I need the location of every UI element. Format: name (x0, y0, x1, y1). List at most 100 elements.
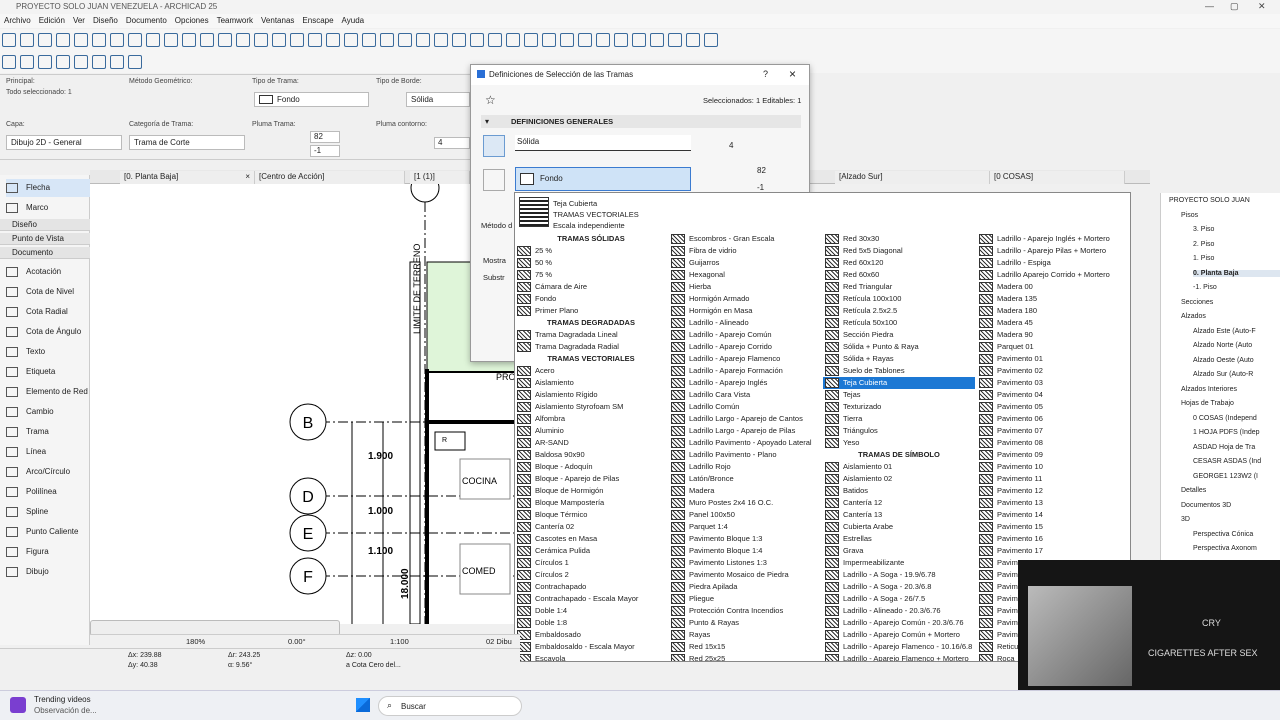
fill-item[interactable]: Ladrillo Cara Vista (669, 389, 821, 401)
toolbar-tool-icon[interactable] (362, 33, 376, 47)
fill-item[interactable]: Latón/Bronce (669, 473, 821, 485)
menu-item[interactable]: Ayuda (338, 14, 369, 27)
line-type-icon[interactable] (483, 135, 505, 157)
toolbar-tool-icon[interactable] (524, 33, 538, 47)
tool-doc-11[interactable]: Polilínea (6, 483, 90, 501)
fill-item[interactable]: Cubierta Arabe (823, 521, 975, 533)
fill-bg-pen-value[interactable]: -1 (757, 183, 764, 192)
navigator-item[interactable]: 0 COSAS (Independ (1193, 415, 1257, 422)
news-icon[interactable] (10, 697, 26, 713)
fill-item[interactable]: Círculos 1 (515, 557, 667, 569)
delta-r[interactable]: Δr: 243.25 (228, 652, 260, 659)
navigator-item[interactable]: 2. Piso (1193, 241, 1214, 248)
dialog-close-button[interactable]: × (789, 67, 796, 81)
menu-item[interactable]: Teamwork (213, 14, 257, 27)
fill-item[interactable]: Aluminio (515, 425, 667, 437)
angle-value[interactable]: 0.00° (288, 637, 306, 646)
fill-item[interactable]: Aislamiento (515, 377, 667, 389)
fill-item[interactable]: Madera 90 (977, 329, 1129, 341)
fill-item[interactable]: Rayas (669, 629, 821, 641)
fill-item[interactable]: Ladrillo - Aparejo Flamenco (669, 353, 821, 365)
toolbar-tool-icon[interactable] (236, 33, 250, 47)
tab-1-1[interactable]: [1 (1)] (410, 171, 470, 184)
tool-doc-3[interactable]: Cota de Ángulo (6, 323, 90, 341)
layer-select[interactable]: Dibujo 2D - General (6, 135, 122, 150)
fill-item[interactable]: Parquet 01 (977, 341, 1129, 353)
substract-checkbox[interactable]: Substr (483, 273, 505, 282)
tool-doc-5[interactable]: Etiqueta (6, 363, 90, 381)
tool-doc-6[interactable]: Elemento de Red (6, 383, 90, 401)
fill-item[interactable]: Contrachapado - Escala Mayor (515, 593, 667, 605)
alpha[interactable]: α: 9.56° (228, 662, 252, 669)
fill-item[interactable]: Guijarros (669, 257, 821, 269)
fill-item[interactable]: Bloque de Hormigón (515, 485, 667, 497)
tool-doc-7[interactable]: Cambio (6, 403, 90, 421)
fill-item[interactable]: Madera (669, 485, 821, 497)
help-button[interactable]: ? (763, 69, 768, 79)
fill-item[interactable]: Aislamiento Styrofoam SM (515, 401, 667, 413)
fill-item[interactable]: Embaldosado (515, 629, 667, 641)
fill-item[interactable]: Ladrillo - Aparejo Inglés (669, 377, 821, 389)
fill-item[interactable]: Bloque - Adoquín (515, 461, 667, 473)
fill-item[interactable]: Pavimento 09 (977, 449, 1129, 461)
fill-item[interactable]: AR-SAND (515, 437, 667, 449)
fill-item[interactable]: Pavimento Bloque 1:4 (669, 545, 821, 557)
fill-item[interactable]: Fibra de vidrio (669, 245, 821, 257)
navigator-item[interactable]: Alzado Este (Auto-F (1193, 328, 1256, 335)
fill-item[interactable]: Ladrillo - Aparejo Común - 20.3/6.76 (823, 617, 975, 629)
fill-pen-fg[interactable]: 82 (310, 131, 340, 143)
fill-item[interactable]: Pavimento 01 (977, 353, 1129, 365)
navigator-item[interactable]: ASDAD Hoja de Tra (1193, 444, 1255, 451)
fill-item[interactable]: Piedra Apilada (669, 581, 821, 593)
tool-doc-15[interactable]: Dibujo (6, 563, 90, 581)
fill-item[interactable]: Embaldosaldo - Escala Mayor (515, 641, 667, 653)
menu-item[interactable]: Diseño (89, 14, 122, 27)
fill-item[interactable]: Panel 100x50 (669, 509, 821, 521)
fill-item[interactable]: Red 15x15 (669, 641, 821, 653)
toolbar-tool-icon[interactable] (686, 33, 700, 47)
fill-item[interactable]: Hormigón Armado (669, 293, 821, 305)
toolbar-tool-icon[interactable] (632, 33, 646, 47)
fill-item[interactable]: Pavimento 13 (977, 497, 1129, 509)
fill-type-icon[interactable] (483, 169, 505, 191)
navigator-item[interactable]: -1. Piso (1193, 284, 1217, 291)
fill-type-select[interactable]: Fondo (254, 92, 369, 107)
tab-planta-baja[interactable]: [0. Planta Baja] × (120, 171, 255, 184)
fill-item[interactable]: Red 5x5 Diagonal (823, 245, 975, 257)
fill-item[interactable]: Ladrillo Pavimento - Apoyado Lateral (669, 437, 821, 449)
navigator-item[interactable]: Pisos (1181, 212, 1198, 219)
fill-item[interactable]: Protección Contra Incendios (669, 605, 821, 617)
toolbar-tool-icon[interactable] (596, 33, 610, 47)
fill-item[interactable]: Pavimento 04 (977, 389, 1129, 401)
fill-item[interactable]: Ladrillo - Aparejo Formación (669, 365, 821, 377)
navigator-item[interactable]: Alzado Norte (Auto (1193, 342, 1252, 349)
fill-item[interactable]: Ladrillo Aparejo Corrido + Mortero (977, 269, 1129, 281)
toolbar-tool-icon[interactable] (704, 33, 718, 47)
trending-videos[interactable]: Trending videos (34, 695, 91, 704)
menu-item[interactable]: Ventanas (257, 14, 298, 27)
fill-item[interactable]: Estrellas (823, 533, 975, 545)
fill-item[interactable]: Pavimento 14 (977, 509, 1129, 521)
fill-pen-bg[interactable]: -1 (310, 145, 340, 157)
navigator-item[interactable]: Secciones (1181, 299, 1213, 306)
fill-item[interactable]: Pavimento 07 (977, 425, 1129, 437)
tool-doc-14[interactable]: Figura (6, 543, 90, 561)
fill-item[interactable]: Primer Plano (515, 305, 667, 317)
navigator-item[interactable]: Alzados (1181, 313, 1206, 320)
navigator-item[interactable]: Alzado Sur (Auto-R (1193, 371, 1253, 378)
fill-item[interactable]: Red 60x60 (823, 269, 975, 281)
toolbar-tool-icon[interactable] (650, 33, 664, 47)
favorites-star-icon[interactable]: ☆ (485, 93, 496, 107)
fill-item[interactable]: Ladrillo - Aparejo Flamenco + Mortero (823, 653, 975, 661)
toolbar-tool-icon[interactable] (452, 33, 466, 47)
line-type-select[interactable]: Sólida (515, 135, 691, 151)
fill-item[interactable]: Pavimento Bloque 1:3 (669, 533, 821, 545)
fill-item[interactable]: Cantería 13 (823, 509, 975, 521)
toolbar-tool-icon[interactable] (74, 55, 88, 69)
drawing-canvas[interactable]: B D E F 1.900 1.000 1.100 18.000 LIMITE DE TERRE… (90, 184, 518, 624)
fill-item[interactable]: Batidos (823, 485, 975, 497)
fill-item[interactable]: Suelo de Tablones (823, 365, 975, 377)
fill-item[interactable]: Bloque - Aparejo de Pilas (515, 473, 667, 485)
fill-item[interactable]: Trama Dagradada Lineal (515, 329, 667, 341)
fill-item[interactable]: Escayola (515, 653, 667, 661)
